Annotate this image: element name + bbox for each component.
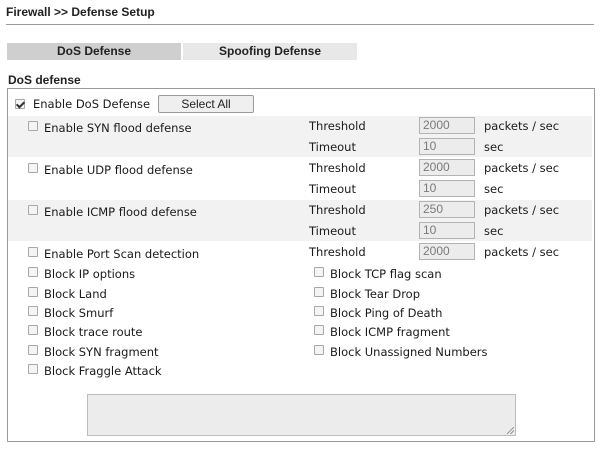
- port-scan-label: Enable Port Scan detection: [44, 247, 200, 261]
- syn-timeout-unit: sec: [484, 140, 504, 154]
- tab-spoofing-defense[interactable]: Spoofing Defense: [183, 43, 357, 60]
- syn-threshold-label: Threshold: [309, 119, 366, 133]
- resize-grip-icon[interactable]: [507, 427, 514, 434]
- block-ip-options-checkbox[interactable]: [28, 267, 38, 277]
- icmp-threshold-label: Threshold: [309, 203, 366, 217]
- block-syn-fragment-label: Block SYN fragment: [44, 345, 159, 359]
- syn-timeout-label: Timeout: [309, 140, 356, 154]
- block-ping-of-death-checkbox[interactable]: [314, 306, 324, 316]
- block-trace-route-label: Block trace route: [44, 325, 143, 339]
- syn-timeout-input[interactable]: 10: [419, 138, 475, 155]
- block-tear-drop-checkbox[interactable]: [314, 287, 324, 297]
- icmp-timeout-unit: sec: [484, 224, 504, 238]
- block-land-checkbox[interactable]: [28, 287, 38, 297]
- block-land-label: Block Land: [44, 287, 107, 301]
- block-syn-fragment-checkbox[interactable]: [28, 345, 38, 355]
- udp-threshold-unit: packets / sec: [484, 161, 560, 175]
- block-fraggle-attack-checkbox[interactable]: [28, 364, 38, 374]
- port-scan-threshold-unit: packets / sec: [484, 245, 560, 259]
- udp-timeout-unit: sec: [484, 182, 504, 196]
- enable-dos-label: Enable DoS Defense: [33, 97, 151, 111]
- udp-timeout-label: Timeout: [309, 182, 356, 196]
- block-ip-options-label: Block IP options: [44, 267, 136, 281]
- block-smurf-label: Block Smurf: [44, 306, 114, 320]
- icmp-flood-checkbox[interactable]: [28, 205, 38, 215]
- udp-flood-label: Enable UDP flood defense: [44, 163, 193, 177]
- block-trace-route-checkbox[interactable]: [28, 325, 38, 335]
- icmp-threshold-unit: packets / sec: [484, 203, 560, 217]
- syn-flood-label: Enable SYN flood defense: [44, 121, 192, 135]
- block-tcp-flag-scan-label: Block TCP flag scan: [330, 267, 442, 281]
- block-icmp-fragment-checkbox[interactable]: [314, 325, 324, 335]
- icmp-timeout-input[interactable]: 10: [419, 222, 475, 239]
- block-fraggle-attack-label: Block Fraggle Attack: [44, 364, 162, 378]
- icmp-flood-label: Enable ICMP flood defense: [44, 205, 197, 219]
- port-scan-checkbox[interactable]: [28, 247, 38, 257]
- block-smurf-checkbox[interactable]: [28, 306, 38, 316]
- udp-flood-checkbox[interactable]: [28, 163, 38, 173]
- block-tcp-flag-scan-checkbox[interactable]: [314, 267, 324, 277]
- tab-dos-defense[interactable]: DoS Defense: [7, 43, 181, 60]
- port-scan-threshold-input[interactable]: 2000: [419, 243, 475, 260]
- syn-flood-checkbox[interactable]: [28, 121, 38, 131]
- notes-textarea[interactable]: [87, 394, 516, 436]
- syn-threshold-input[interactable]: 2000: [419, 117, 475, 134]
- tab-bar: DoS Defense Spoofing Defense: [7, 43, 357, 60]
- block-ping-of-death-label: Block Ping of Death: [330, 306, 443, 320]
- udp-threshold-input[interactable]: 2000: [419, 159, 475, 176]
- select-all-button[interactable]: Select All: [158, 95, 254, 113]
- breadcrumb: Firewall >> Defense Setup: [6, 5, 155, 19]
- port-scan-threshold-label: Threshold: [309, 245, 366, 259]
- icmp-timeout-label: Timeout: [309, 224, 356, 238]
- udp-timeout-input[interactable]: 10: [419, 180, 475, 197]
- header-divider: [6, 24, 594, 25]
- enable-dos-checkbox[interactable]: [15, 99, 25, 109]
- syn-threshold-unit: packets / sec: [484, 119, 560, 133]
- block-unassigned-numbers-checkbox[interactable]: [314, 345, 324, 355]
- section-title: DoS defense: [8, 73, 81, 87]
- udp-threshold-label: Threshold: [309, 161, 366, 175]
- block-icmp-fragment-label: Block ICMP fragment: [330, 325, 450, 339]
- block-tear-drop-label: Block Tear Drop: [330, 287, 421, 301]
- block-unassigned-numbers-label: Block Unassigned Numbers: [330, 345, 488, 359]
- icmp-threshold-input[interactable]: 250: [419, 201, 475, 218]
